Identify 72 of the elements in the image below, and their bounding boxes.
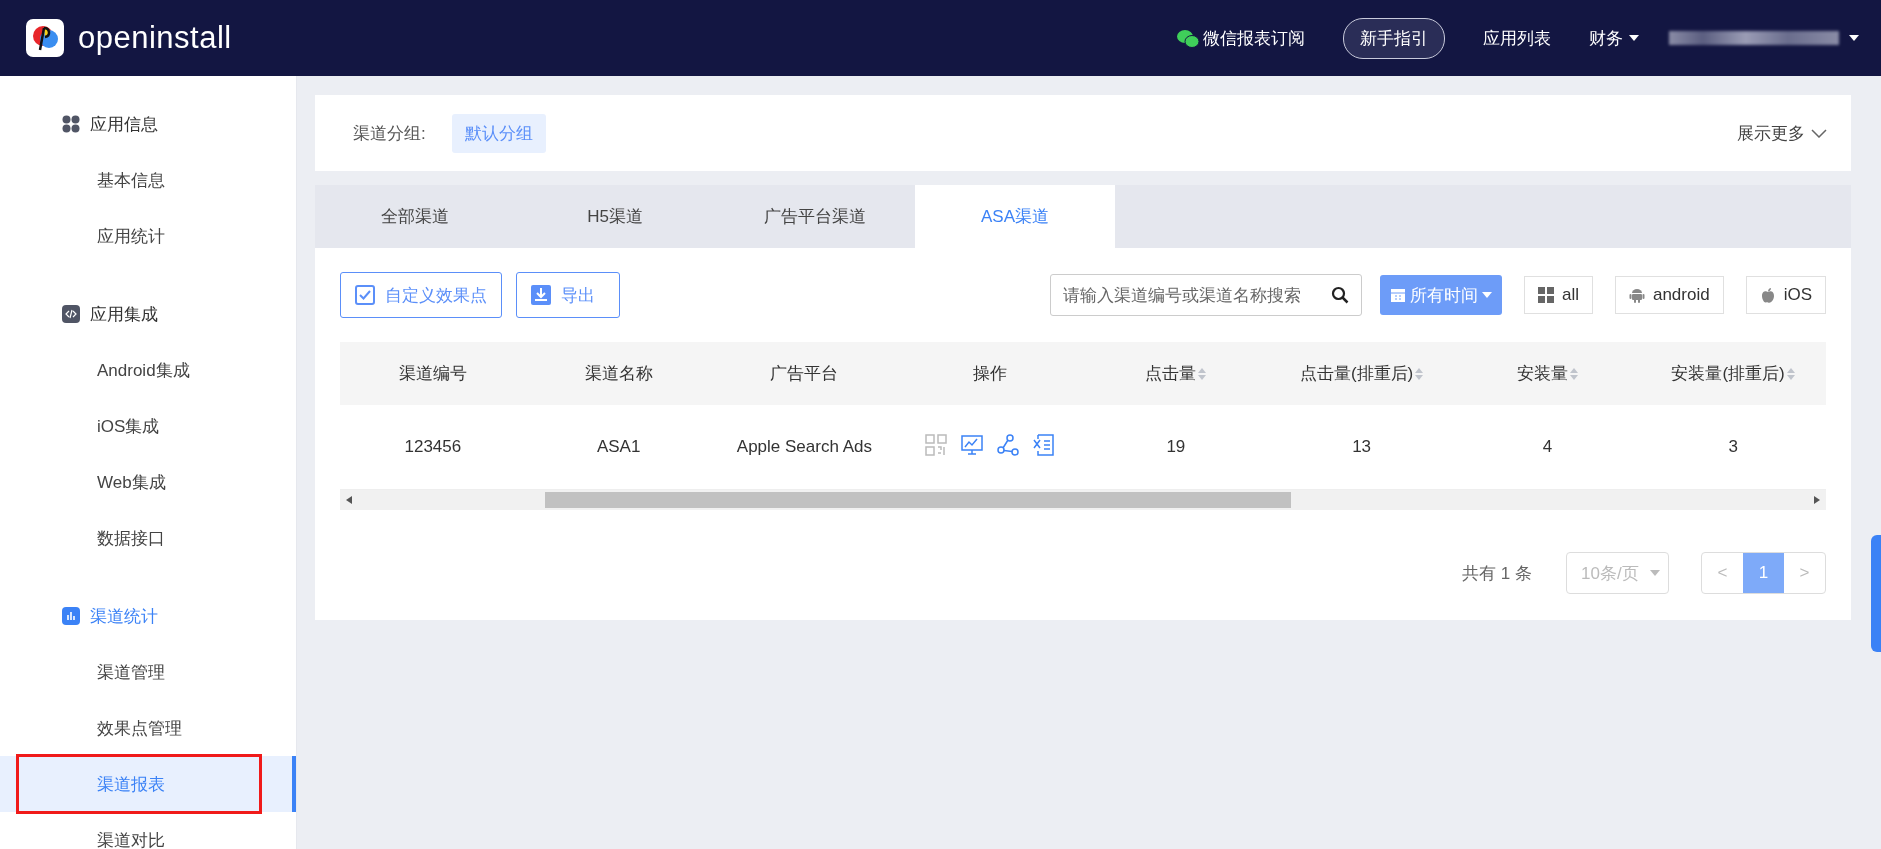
sidebar-item[interactable]: 渠道对比	[0, 812, 296, 849]
table-cell: 4	[1542, 437, 1553, 456]
nav-menu[interactable]: 财务	[1589, 26, 1623, 50]
wechat-subscribe-link[interactable]: 微信报表订阅	[1203, 26, 1305, 50]
chevron-down-icon	[1811, 128, 1827, 138]
spreadsheet-icon[interactable]	[1032, 432, 1057, 457]
sidebar-section[interactable]: 应用信息	[90, 112, 158, 136]
apps-icon	[62, 115, 80, 133]
table-cell: 123456	[404, 437, 462, 456]
qr-code-icon[interactable]	[924, 432, 949, 457]
caret-icon	[1849, 35, 1859, 41]
android-icon	[1628, 287, 1645, 303]
tab[interactable]: H5渠道	[515, 185, 715, 248]
sort-icon[interactable]	[1198, 366, 1207, 381]
guide-button[interactable]: 新手指引	[1343, 17, 1445, 59]
share-icon[interactable]	[996, 432, 1021, 457]
scroll-right-icon[interactable]	[1814, 496, 1820, 504]
sidebar-item[interactable]: 数据接口	[0, 510, 296, 566]
sidebar-section[interactable]: 渠道统计	[90, 604, 158, 628]
nav-link[interactable]: 应用列表	[1483, 26, 1551, 50]
caret-icon	[1481, 292, 1492, 298]
sidebar-item[interactable]: 渠道管理	[0, 644, 296, 700]
sort-icon[interactable]	[1415, 366, 1424, 381]
sort-icon[interactable]	[1786, 366, 1795, 381]
code-icon	[62, 305, 80, 323]
sidebar-item[interactable]: 应用统计	[0, 208, 296, 264]
tab[interactable]: ASA渠道	[915, 185, 1115, 248]
table-cell: 13	[1352, 437, 1372, 456]
column-header: 渠道编号	[398, 363, 467, 385]
platform-filter[interactable]: all	[1523, 276, 1593, 314]
column-header: 操作	[973, 363, 1008, 385]
column-header[interactable]: 安装量	[1516, 362, 1568, 385]
sidebar-item[interactable]: 基本信息	[0, 152, 296, 208]
platform-filter[interactable]: iOS	[1745, 276, 1826, 314]
tab[interactable]: 广告平台渠道	[715, 185, 915, 248]
calendar-icon	[1389, 287, 1406, 303]
caret-icon	[1650, 570, 1660, 576]
grid-icon	[1537, 287, 1554, 303]
line-chart-icon[interactable]	[960, 432, 985, 457]
horizontal-scrollbar[interactable]	[340, 490, 1826, 510]
search-field[interactable]: 请输入渠道编号或渠道名称搜索	[1049, 274, 1362, 316]
sidebar-item[interactable]: iOS集成	[0, 398, 296, 454]
apple-icon	[1759, 287, 1776, 303]
table-cell: Apple Search Ads	[736, 437, 872, 456]
sidebar-item[interactable]: 效果点管理	[0, 700, 296, 756]
tab[interactable]: 全部渠道	[315, 185, 515, 248]
download-icon	[531, 285, 551, 305]
chat-bubbles-icon	[1177, 28, 1199, 48]
total-count: 共有 1 条	[1462, 562, 1532, 585]
side-tab[interactable]	[1871, 535, 1881, 652]
logo-icon	[26, 19, 64, 57]
show-more-link[interactable]: 展示更多	[1737, 121, 1805, 145]
blurred-username[interactable]	[1669, 31, 1839, 45]
column-header: 渠道名称	[584, 363, 653, 385]
table-cell: 19	[1166, 437, 1186, 456]
caret-icon	[1629, 35, 1639, 41]
checkbox-icon	[355, 285, 375, 305]
sidebar-item[interactable]: Android集成	[0, 342, 296, 398]
table-cell: 3	[1728, 437, 1738, 456]
scroll-left-icon[interactable]	[346, 496, 352, 504]
table-cell: ASA1	[596, 437, 641, 456]
platform-filter[interactable]: android	[1614, 276, 1724, 314]
search-icon	[1330, 286, 1349, 304]
filter-label: 渠道分组:	[353, 122, 426, 145]
column-header: 广告平台	[770, 363, 839, 385]
sidebar-item[interactable]: Web集成	[0, 454, 296, 510]
sidebar-section[interactable]: 应用集成	[90, 302, 158, 326]
column-header[interactable]: 点击量	[1145, 362, 1197, 385]
brand-name: openinstall	[78, 20, 232, 56]
scroll-thumb[interactable]	[545, 492, 1291, 508]
bar-chart-icon	[62, 607, 80, 625]
sort-icon[interactable]	[1569, 366, 1578, 381]
